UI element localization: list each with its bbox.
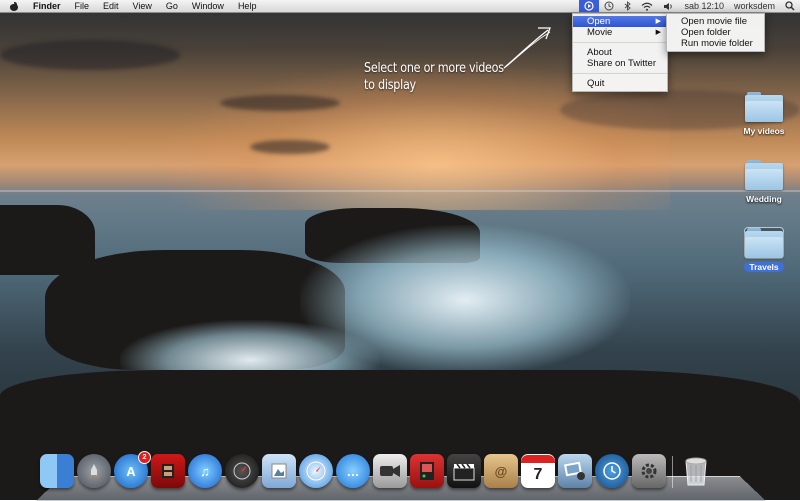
safari-icon[interactable] — [299, 454, 333, 488]
menu-item-label: Open — [587, 16, 611, 27]
bluetooth-status[interactable] — [619, 0, 636, 12]
preview-icon[interactable] — [262, 454, 296, 488]
final-cut-icon[interactable] — [447, 454, 481, 488]
volume-icon — [664, 2, 673, 10]
calendar-header — [521, 455, 555, 463]
submenu-open-folder[interactable]: Open folder — [667, 27, 764, 38]
folder-icon — [745, 160, 783, 190]
menu-window[interactable]: Window — [185, 0, 231, 12]
menu-file[interactable]: File — [68, 0, 97, 12]
gear-icon — [641, 463, 657, 479]
menu-item-movie[interactable]: Movie ▶ — [573, 27, 667, 38]
photo-camera-icon — [564, 461, 585, 480]
trash-can-glyph-icon — [685, 457, 707, 486]
trash-icon[interactable] — [679, 454, 713, 488]
app-store-update-badge: 2 — [138, 451, 151, 464]
hint-text: Select one or more videos to display — [364, 60, 504, 94]
filmstrip-glyph-icon — [162, 464, 174, 478]
apple-icon[interactable] — [10, 1, 18, 11]
desktop-folder-my-videos[interactable]: My videos — [734, 92, 794, 136]
system-preferences-icon[interactable] — [632, 454, 666, 488]
calendar-day: 7 — [533, 466, 543, 483]
speech-bubble-icon: … — [346, 463, 360, 479]
clapperboard-icon — [453, 463, 475, 481]
open-submenu: Open movie file Open folder Run movie fo… — [666, 13, 765, 52]
folder-icon — [744, 227, 784, 259]
dashboard-icon[interactable] — [225, 454, 259, 488]
spotlight-button[interactable] — [780, 0, 800, 12]
hint-line-1: Select one or more videos — [364, 61, 504, 76]
submenu-open-movie-file[interactable]: Open movie file — [667, 16, 764, 27]
time-machine-status[interactable] — [599, 0, 619, 12]
cloud — [220, 95, 340, 111]
itunes-icon[interactable]: ♫ — [188, 454, 222, 488]
menu-item-open[interactable]: Open ▶ — [573, 16, 667, 27]
cloud — [250, 140, 330, 154]
menu-item-label: Movie — [587, 27, 613, 38]
app-store-icon[interactable]: A 2 — [114, 451, 151, 488]
play-circle-icon — [584, 1, 595, 11]
messages-icon[interactable]: … — [336, 454, 370, 488]
cloud — [0, 40, 180, 70]
photo-booth-icon[interactable] — [151, 454, 185, 488]
photo-app-icon[interactable] — [410, 454, 444, 488]
menu-edit[interactable]: Edit — [96, 0, 126, 12]
app-status-menu[interactable] — [579, 0, 600, 12]
facetime-icon[interactable] — [373, 454, 407, 488]
compass-glyph-icon — [306, 461, 326, 481]
clock[interactable]: sab 12:10 — [679, 0, 729, 12]
dock-separator — [672, 456, 673, 488]
photo-frame-glyph-icon — [420, 462, 434, 480]
folder-label: Travels — [744, 262, 784, 272]
launchpad-icon[interactable] — [77, 454, 111, 488]
submenu-arrow-icon: ▶ — [655, 29, 661, 36]
menu-view[interactable]: View — [126, 0, 159, 12]
wifi-status[interactable] — [636, 0, 658, 12]
photo-stamp-glyph-icon — [271, 463, 287, 479]
finder-icon[interactable] — [40, 454, 74, 488]
dock: A 2 ♫ … @ 7 — [40, 451, 713, 490]
menu-bar: Finder File Edit View Go Window Help sab… — [0, 0, 800, 13]
clock-glyph-icon — [603, 462, 621, 480]
user-menu[interactable]: worksdem — [729, 0, 780, 12]
menu-go[interactable]: Go — [159, 0, 185, 12]
app-store-glyph-icon: A — [126, 463, 136, 479]
time-machine-dock-icon[interactable] — [595, 454, 629, 488]
hint-line-2: to display — [364, 78, 416, 93]
time-machine-icon — [604, 1, 614, 11]
submenu-run-movie-folder[interactable]: Run movie folder — [667, 38, 764, 49]
menu-item-about[interactable]: About — [573, 47, 667, 58]
menu-separator — [573, 73, 667, 74]
submenu-arrow-icon: ▶ — [655, 18, 661, 25]
folder-label: My videos — [743, 126, 785, 136]
menu-separator — [573, 42, 667, 43]
video-camera-icon — [380, 465, 400, 477]
rocket-glyph-icon — [89, 464, 99, 478]
menu-item-quit[interactable]: Quit — [573, 78, 667, 89]
at-sign-icon: @ — [494, 463, 508, 479]
folder-label: Wedding — [746, 194, 782, 204]
music-note-icon: ♫ — [200, 463, 210, 479]
ical-icon[interactable]: 7 — [521, 454, 555, 488]
gauge-glyph-icon — [233, 462, 251, 480]
hint-arrow-icon — [503, 27, 551, 69]
spotlight-search-icon — [785, 1, 795, 11]
wifi-icon — [642, 2, 653, 11]
desktop-folder-wedding[interactable]: Wedding — [734, 160, 794, 204]
desktop-folder-travels[interactable]: Travels — [734, 227, 794, 273]
menu-finder[interactable]: Finder — [26, 0, 68, 12]
bluetooth-icon — [625, 1, 632, 11]
menu-help[interactable]: Help — [231, 0, 264, 12]
volume-status[interactable] — [658, 0, 679, 12]
app-dropdown-menu: Open ▶ Movie ▶ About Share on Twitter Qu… — [572, 13, 668, 92]
horizon-line — [0, 190, 800, 192]
iphoto-icon[interactable] — [558, 454, 592, 488]
menu-item-share-twitter[interactable]: Share on Twitter — [573, 58, 667, 69]
address-book-icon[interactable]: @ — [484, 454, 518, 488]
folder-icon — [745, 92, 783, 122]
